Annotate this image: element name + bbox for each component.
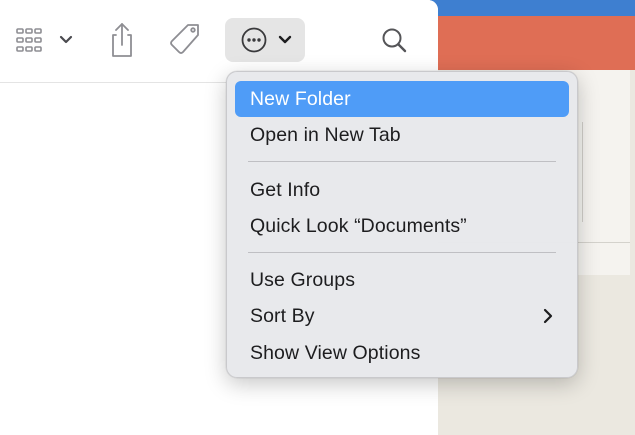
share-button[interactable] bbox=[102, 18, 142, 62]
menu-item-open-in-new-tab[interactable]: Open in New Tab bbox=[235, 117, 569, 153]
menu-item-label: Sort By bbox=[250, 304, 315, 327]
chevron-down-icon bbox=[278, 35, 292, 44]
menu-item-new-folder[interactable]: New Folder bbox=[235, 81, 569, 117]
search-button[interactable] bbox=[372, 20, 416, 60]
menu-item-show-view-options[interactable]: Show View Options bbox=[235, 335, 569, 371]
share-icon bbox=[112, 23, 132, 57]
menu-item-quick-look[interactable]: Quick Look “Documents” bbox=[235, 208, 569, 244]
background-orange-header bbox=[430, 16, 635, 70]
ellipsis-circle-icon bbox=[241, 27, 292, 53]
chevron-down-icon bbox=[59, 35, 73, 44]
menu-item-label: New Folder bbox=[250, 87, 351, 110]
background-blue-bar bbox=[430, 0, 635, 16]
menu-item-label: Quick Look “Documents” bbox=[250, 214, 467, 237]
view-options-button[interactable] bbox=[12, 20, 78, 60]
action-menu-button[interactable] bbox=[225, 18, 305, 62]
menu-item-label: Open in New Tab bbox=[250, 123, 401, 146]
menu-item-label: Get Info bbox=[250, 178, 321, 201]
search-icon bbox=[382, 28, 407, 53]
tag-button[interactable] bbox=[164, 18, 206, 62]
action-dropdown-menu: New Folder Open in New Tab Get Info Quic… bbox=[226, 71, 578, 378]
chevron-right-icon bbox=[543, 308, 553, 324]
grid-view-icon bbox=[16, 28, 73, 52]
menu-item-use-groups[interactable]: Use Groups bbox=[235, 262, 569, 298]
menu-item-label: Show View Options bbox=[250, 341, 421, 364]
menu-separator bbox=[248, 161, 556, 162]
tag-icon bbox=[170, 24, 199, 54]
menu-item-label: Use Groups bbox=[250, 268, 356, 291]
menu-item-get-info[interactable]: Get Info bbox=[235, 172, 569, 208]
menu-separator bbox=[248, 252, 556, 253]
menu-item-sort-by[interactable]: Sort By bbox=[235, 298, 569, 334]
